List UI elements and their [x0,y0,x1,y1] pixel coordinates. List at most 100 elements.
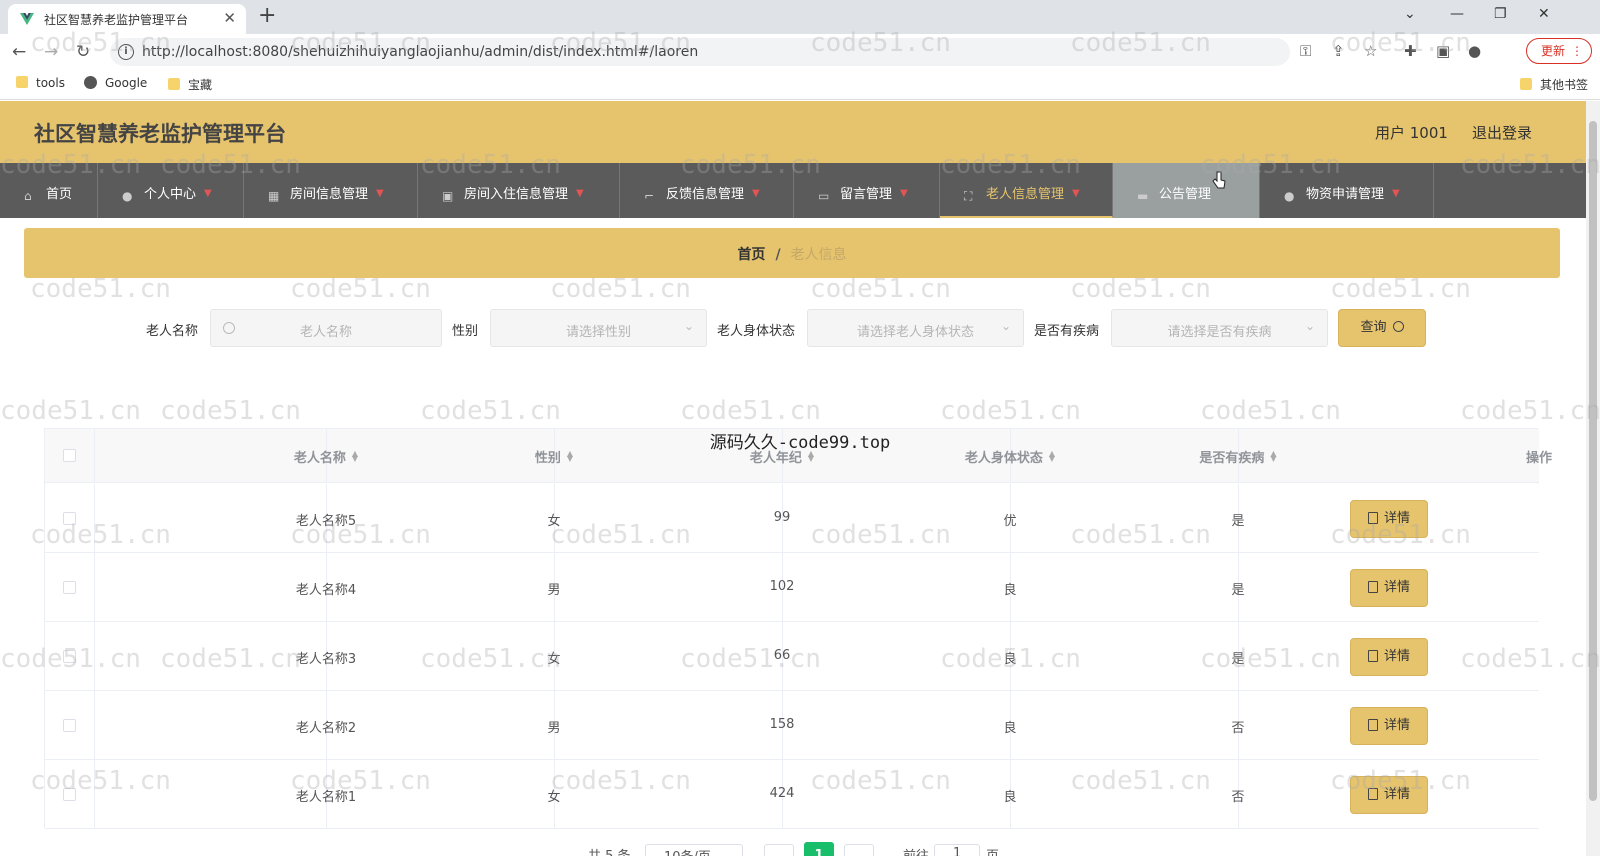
nav-item-room-checkin[interactable]: ▣ 房间入住信息管理 ▼ [418,163,620,218]
browser-tab[interactable]: 社区智慧养老监护管理平台 ✕ [8,4,246,34]
tab-title: 社区智慧养老监护管理平台 [44,13,189,27]
document-icon [1367,650,1378,662]
forward-icon[interactable]: → [44,42,58,62]
row-checkbox[interactable] [63,788,76,801]
breadcrumb-home[interactable]: 首页 [737,247,765,263]
document-icon [1367,581,1378,593]
page-size-select[interactable]: 10条/页 [645,844,743,856]
menu-dots-icon: ⋮ [1571,44,1583,58]
home-icon: ⌂ [24,189,32,203]
update-button[interactable]: 更新 ⋮ [1526,38,1592,64]
cell-actions: 详情 [1239,553,1539,621]
health-status-select[interactable]: 请选择老人身体状态 ⌄ [807,309,1024,347]
scrollbar-thumb[interactable] [1589,121,1597,801]
table-row: 老人名称1 女 424 良 否 详情 [45,760,1539,829]
nav-item-messages[interactable]: ▭ 留言管理 ▼ [794,163,940,218]
breadcrumb-bar: 首页 / 老人信息 [24,228,1560,278]
back-icon[interactable]: ← [12,42,26,62]
row-checkbox[interactable] [63,512,76,525]
chevron-down-icon: ▼ [376,188,384,199]
bookmarks-bar: tools Google 宝藏 其他书签 [0,68,1600,100]
breadcrumb-separator: / [775,247,781,263]
extensions-icon[interactable]: ✚ [1404,42,1417,60]
cell-disease: 是 [1011,553,1245,621]
filter-name-label: 老人名称 [146,324,199,339]
bookmark-other[interactable]: 其他书签 [1520,76,1588,93]
cell-name: 老人名称3 [95,622,356,690]
detail-button[interactable]: 详情 [1350,638,1428,676]
main-nav: ⌂ 首页 ● 个人中心 ▼ ▦ 房间信息管理 ▼ ▣ 房间入住信息管理 ▼ ⌐ 反馈信息管理 ▼ … [0,163,1586,218]
cell-gender: 男 [327,691,561,759]
site-info-icon[interactable]: i [118,44,134,60]
cell-disease: 否 [1011,760,1245,828]
user-icon: ● [1284,189,1295,203]
app-title: 社区智慧养老监护管理平台 [34,122,286,146]
nav-item-home[interactable]: ⌂ 首页 [0,163,98,218]
key-icon[interactable]: ⚿ [1300,42,1311,60]
row-checkbox[interactable] [63,581,76,594]
nav-item-room-info[interactable]: ▦ 房间信息管理 ▼ [244,163,418,218]
detail-button[interactable]: 详情 [1350,569,1428,607]
browser-toolbar: ← → ↻ i http://localhost:8080/shehuizhih… [0,34,1600,68]
folder-icon [16,76,28,88]
row-checkbox[interactable] [63,719,76,732]
detail-button[interactable]: 详情 [1350,707,1428,745]
cell-disease: 否 [1011,691,1245,759]
bookmark-tools[interactable]: tools [16,76,65,90]
profile-icon[interactable]: ● [1468,42,1481,60]
chevron-down-icon[interactable]: ⌄ [1404,6,1416,22]
chevron-down-icon: ▼ [900,188,908,199]
disease-select[interactable]: 请选择是否有疾病 ⌄ [1111,309,1328,347]
cell-name: 老人名称4 [95,553,356,621]
bookmark-google[interactable]: Google [84,76,147,90]
share-icon[interactable]: ⇪ [1332,42,1345,60]
filter-status-label: 老人身体状态 [717,324,796,339]
disease-placeholder: 请选择是否有疾病 [1167,325,1272,340]
cell-age: 99 [555,484,790,552]
cell-actions: 详情 [1239,691,1539,759]
nav-item-feedback[interactable]: ⌐ 反馈信息管理 ▼ [620,163,794,218]
minimize-icon[interactable]: — [1450,6,1464,22]
address-bar[interactable]: i http://localhost:8080/shehuizhihuiyang… [110,38,1290,66]
filter-gender-label: 性别 [452,324,479,339]
restore-icon[interactable]: ❐ [1494,6,1507,22]
search-icon [1392,321,1404,332]
detail-button[interactable]: 详情 [1350,776,1428,814]
nav-item-elderly-info[interactable]: ⛶ 老人信息管理 ▼ [940,163,1113,218]
bookmark-treasure[interactable]: 宝藏 [168,76,212,93]
logout-link[interactable]: 退出登录 [1472,122,1532,143]
prev-page-button[interactable] [764,844,794,856]
detail-button[interactable]: 详情 [1350,500,1428,538]
row-select-cell [45,553,95,621]
reload-icon[interactable]: ↻ [76,42,90,62]
nav-item-personal-center[interactable]: ● 个人中心 ▼ [98,163,244,218]
cell-actions: 详情 [1239,484,1539,552]
chevron-down-icon: ▼ [1392,188,1400,199]
star-icon[interactable]: ☆ [1364,42,1377,60]
row-select-cell [45,622,95,690]
document-icon [1367,788,1378,800]
health-status-placeholder: 请选择老人身体状态 [856,325,974,340]
document-icon [1367,512,1378,524]
close-tab-icon[interactable]: ✕ [223,9,236,27]
close-window-icon[interactable]: ✕ [1538,6,1550,22]
sidepanel-icon[interactable]: ▣ [1436,42,1450,60]
cursor-hand-icon [1212,171,1226,189]
row-checkbox[interactable] [63,650,76,663]
chevron-down-icon: ▼ [1072,188,1080,199]
goto-page-input[interactable]: 1 [934,844,980,856]
page-scrollbar[interactable] [1586,101,1600,856]
page-1-button[interactable]: 1 [804,842,834,856]
folder-icon [168,78,180,90]
elderly-name-input[interactable]: 老人名称 [210,309,442,347]
next-page-button[interactable] [844,844,874,856]
update-label: 更新 [1541,44,1566,58]
new-tab-icon[interactable]: + [258,3,276,28]
gender-select[interactable]: 请选择性别 ⌄ [490,309,707,347]
row-select-cell [45,691,95,759]
nav-item-supplies[interactable]: ● 物资申请管理 ▼ [1260,163,1434,218]
query-button[interactable]: 查询 [1338,309,1426,347]
nav-item-announcements[interactable]: ▬ 公告管理 [1113,163,1260,218]
query-label: 查询 [1360,320,1387,335]
cell-gender: 女 [327,622,561,690]
